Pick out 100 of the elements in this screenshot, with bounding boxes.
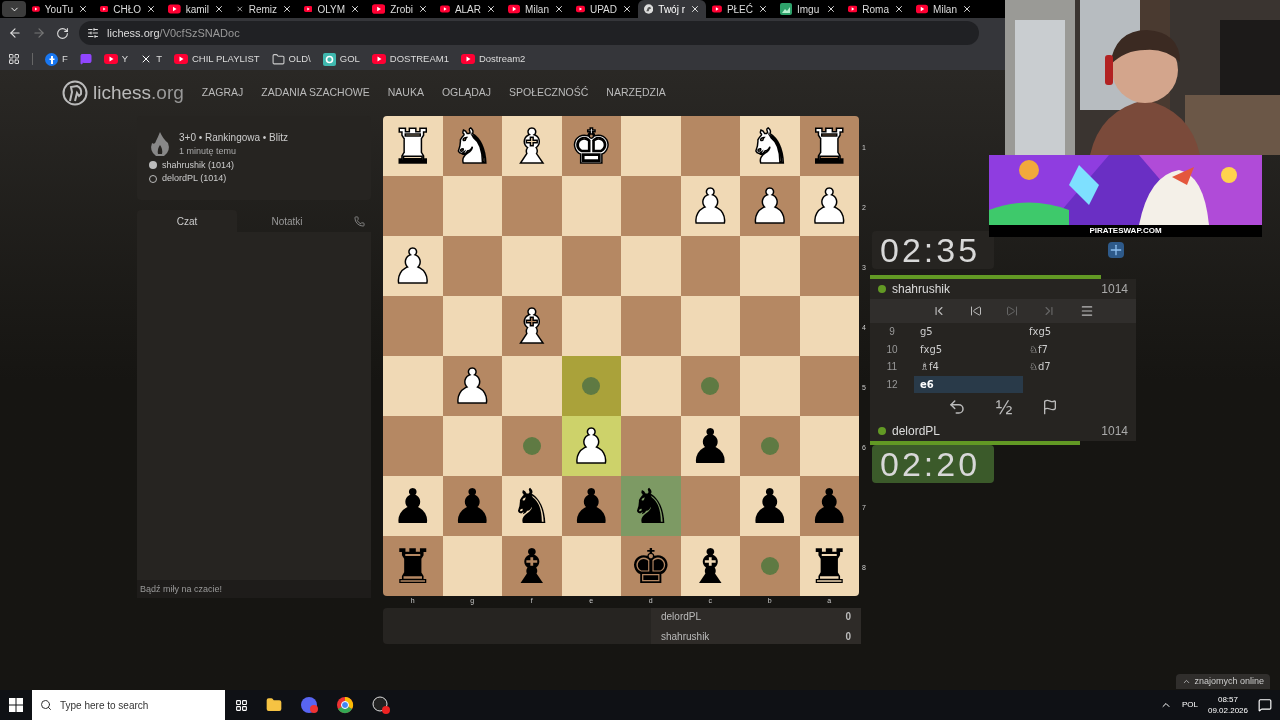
chess-piece[interactable]: ♞: [629, 482, 673, 530]
board-square[interactable]: [799, 416, 859, 476]
draw-offer-button[interactable]: ½: [995, 392, 1013, 422]
next-move-icon[interactable]: [1006, 305, 1018, 317]
menu-icon[interactable]: [1080, 304, 1094, 318]
chess-piece[interactable]: ♟: [688, 422, 732, 470]
close-icon[interactable]: [486, 4, 496, 14]
chat-bubble-icon[interactable]: [300, 696, 318, 714]
site-logo[interactable]: lichess.org: [62, 78, 184, 108]
board-square[interactable]: [680, 356, 740, 416]
chess-piece[interactable]: ♟: [748, 482, 792, 530]
browser-tab[interactable]: UPAD: [570, 0, 638, 18]
bookmark[interactable]: DOSTREAM1: [371, 51, 449, 67]
first-move-icon[interactable]: [932, 304, 946, 318]
close-icon[interactable]: [690, 4, 700, 14]
site-settings-icon[interactable]: [87, 27, 99, 39]
board-square[interactable]: [740, 236, 800, 296]
board-square[interactable]: [561, 356, 621, 416]
board-square[interactable]: [561, 176, 621, 236]
chess-piece[interactable]: ♟: [807, 482, 851, 530]
board-square[interactable]: [799, 236, 859, 296]
plus-icon[interactable]: [1108, 242, 1124, 258]
close-icon[interactable]: [554, 4, 564, 14]
board-square[interactable]: [621, 116, 681, 176]
board-square[interactable]: [621, 356, 681, 416]
board-square[interactable]: [799, 296, 859, 356]
bookmark[interactable]: OLD\: [271, 51, 311, 67]
bookmark[interactable]: [79, 53, 92, 65]
chess-piece[interactable]: ♜: [807, 542, 851, 590]
nav-link[interactable]: SPOŁECZNOŚĆ: [508, 85, 589, 101]
move[interactable]: ♗f4: [914, 358, 1023, 376]
phone-icon[interactable]: [354, 215, 365, 227]
close-icon[interactable]: [962, 4, 972, 14]
chess-piece[interactable]: ♞: [510, 482, 554, 530]
board-square[interactable]: [621, 416, 681, 476]
browser-tab[interactable]: Imgu: [774, 0, 842, 18]
board-square[interactable]: ♜: [799, 536, 859, 596]
board-square[interactable]: ♞: [621, 476, 681, 536]
browser-tab[interactable]: Zrobi: [366, 0, 434, 18]
move[interactable]: fxg5: [914, 340, 1023, 358]
browser-tab[interactable]: CHŁO: [94, 0, 162, 18]
board-square[interactable]: ♚: [621, 536, 681, 596]
chat-tab[interactable]: Notatki: [237, 210, 337, 232]
language-indicator[interactable]: POL: [1181, 699, 1198, 711]
board-square[interactable]: [502, 176, 562, 236]
nav-link[interactable]: ZAGRAJ: [201, 85, 244, 101]
chess-piece[interactable]: ♚: [629, 542, 673, 590]
move[interactable]: g5: [914, 323, 1023, 341]
board-square[interactable]: ♟: [740, 476, 800, 536]
bookmark[interactable]: GOL: [322, 51, 360, 67]
close-icon[interactable]: [78, 4, 88, 14]
browser-tab[interactable]: Remiz: [230, 0, 298, 18]
bookmark[interactable]: CHIL PLAYLIST: [173, 51, 260, 67]
chess-piece[interactable]: ♟: [450, 482, 494, 530]
board-square[interactable]: [740, 536, 800, 596]
board-square[interactable]: [502, 416, 562, 476]
browser-tab[interactable]: PŁEĆ: [706, 0, 774, 18]
board-square[interactable]: ♞: [502, 476, 562, 536]
board-square[interactable]: [561, 296, 621, 356]
bookmark[interactable]: Y: [103, 51, 129, 67]
task-view-icon[interactable]: [235, 698, 248, 712]
board-square[interactable]: [442, 176, 502, 236]
tab-list-button[interactable]: [2, 1, 26, 17]
bookmark[interactable]: T: [140, 51, 162, 67]
nav-link[interactable]: NARZĘDZIA: [606, 85, 666, 101]
board-square[interactable]: [680, 116, 740, 176]
back-icon[interactable]: [8, 26, 22, 40]
player-name[interactable]: delordPL: [661, 608, 846, 624]
board-square[interactable]: [442, 236, 502, 296]
browser-tab[interactable]: ALAR: [434, 0, 502, 18]
board-square[interactable]: ♝: [680, 536, 740, 596]
player-name[interactable]: delordPL (1014): [162, 172, 227, 186]
board-square[interactable]: ♜: [383, 536, 443, 596]
taskbar-search[interactable]: Type here to search: [32, 690, 225, 720]
folder-icon[interactable]: [266, 697, 282, 713]
browser-tab[interactable]: Twój r: [638, 0, 706, 18]
board-square[interactable]: ♟: [680, 416, 740, 476]
close-icon[interactable]: [146, 4, 156, 14]
browser-icon[interactable]: [336, 696, 354, 714]
board-square[interactable]: [621, 176, 681, 236]
player-name[interactable]: delordPL: [892, 422, 1096, 440]
move[interactable]: ♘d7: [1023, 358, 1132, 376]
last-move-icon[interactable]: [1042, 304, 1056, 318]
board-square[interactable]: [740, 296, 800, 356]
move[interactable]: e6: [914, 375, 1023, 393]
move[interactable]: fxg5: [1023, 323, 1132, 341]
board-square[interactable]: [383, 176, 443, 236]
nav-link[interactable]: OGLĄDAJ: [441, 85, 491, 101]
board-square[interactable]: [621, 296, 681, 356]
browser-tab[interactable]: YouTu: [26, 0, 94, 18]
board-square[interactable]: [442, 536, 502, 596]
address-bar[interactable]: lichess.org/V0cfSzSNADoc: [79, 21, 979, 45]
notification-icon[interactable]: [1258, 698, 1272, 712]
board-square[interactable]: [740, 356, 800, 416]
chat-tab[interactable]: Czat: [137, 210, 237, 232]
board-square[interactable]: [680, 476, 740, 536]
reload-icon[interactable]: [56, 26, 69, 40]
bookmark[interactable]: Dostream2: [460, 51, 526, 67]
bookmark[interactable]: F: [45, 51, 68, 67]
board-square[interactable]: [383, 416, 443, 476]
